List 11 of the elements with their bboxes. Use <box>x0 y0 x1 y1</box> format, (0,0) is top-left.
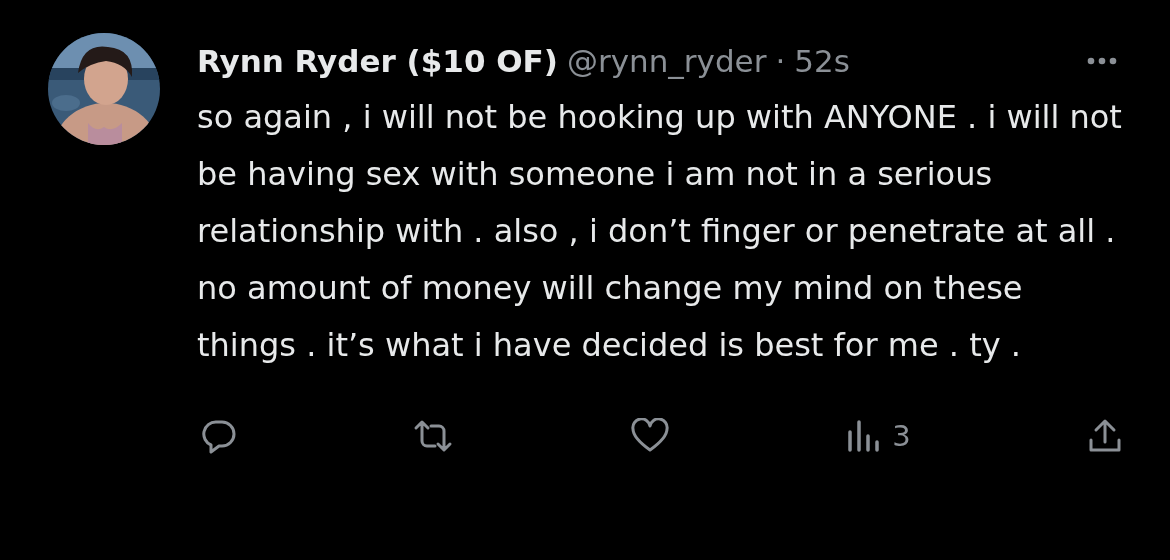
tweet-text: so again , i will not be hooking up with ANYONE . i will not be having sex with someone i am not in a serious relationship with . also , i don’t finger or penetrate at all . no amount of money will change my mind on these things . it’s what i have decided is best for me . ty . <box>197 97 1123 366</box>
heart-icon <box>629 418 670 454</box>
author-handle[interactable]: @rynn_ryder <box>566 43 767 79</box>
more-icon[interactable] <box>1087 57 1117 65</box>
bar-chart-icon <box>846 418 881 454</box>
repost-icon <box>413 418 454 454</box>
author-name[interactable]: Rynn Ryder ($10 OF) <box>197 43 558 79</box>
views-button[interactable]: 3 <box>842 414 915 458</box>
separator: · <box>775 43 786 79</box>
timestamp[interactable]: 52s <box>794 43 850 79</box>
speech-bubble-icon <box>201 418 237 454</box>
